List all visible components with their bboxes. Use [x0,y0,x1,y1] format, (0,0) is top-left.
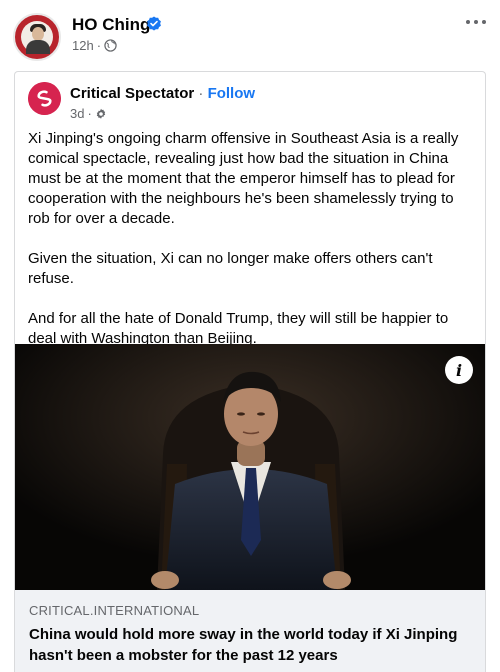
verified-badge-icon [147,16,161,31]
post-paragraph: Given the situation, Xi can no longer ma… [28,250,433,287]
post-paragraph: And for all the hate of Donald Trump, th… [28,310,449,347]
shared-post-time[interactable]: 3d [70,106,84,121]
name-separator: · [198,85,204,102]
link-preview-footer[interactable]: CRITICAL.INTERNATIONAL China would hold … [15,590,485,672]
follow-button[interactable]: Follow [208,85,256,102]
page-name[interactable]: Critical Spectator [70,85,194,102]
settings-gear-icon [96,108,106,119]
post-paragraph: Xi Jinping's ongoing charm offensive in … [28,130,459,227]
post-meta: 12h · [72,38,117,53]
avatar-photo [21,21,53,54]
meta-separator: · [96,38,102,53]
more-options-icon[interactable] [466,18,486,26]
meta-separator: · [87,106,92,121]
page-name-row: Critical Spectator · Follow [70,85,255,102]
page-logo-icon[interactable] [28,82,61,115]
post-header: HO Ching 12h · [0,0,500,66]
link-title[interactable]: China would hold more sway in the world … [29,624,479,666]
link-preview-image[interactable]: i [15,344,485,590]
author-name[interactable]: HO Ching [72,15,150,35]
shared-post-text: Xi Jinping's ongoing charm offensive in … [28,129,478,369]
shared-post-card[interactable]: Critical Spectator · Follow 3d · Xi Jinp… [14,71,486,672]
portrait-photo [15,344,485,590]
post-time[interactable]: 12h [72,38,94,53]
shared-post-meta: 3d · [70,106,107,121]
info-icon[interactable]: i [445,356,473,384]
author-avatar[interactable] [13,13,61,61]
link-domain: CRITICAL.INTERNATIONAL [29,603,200,618]
globe-icon [104,39,117,52]
